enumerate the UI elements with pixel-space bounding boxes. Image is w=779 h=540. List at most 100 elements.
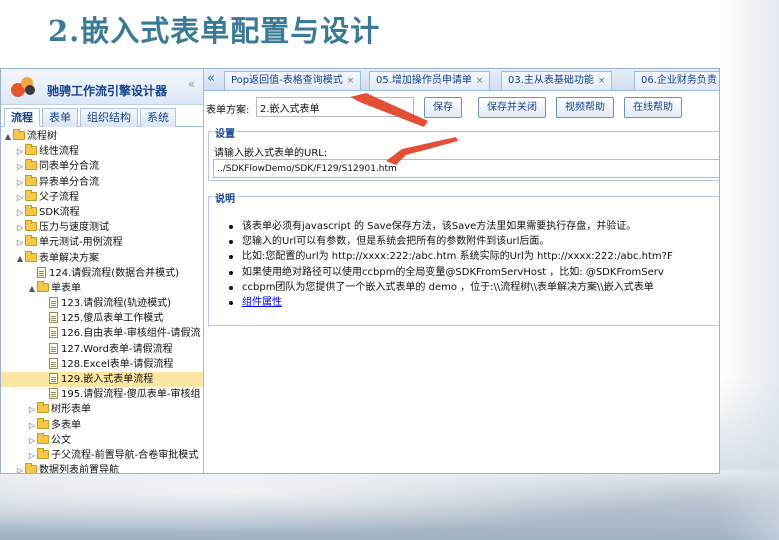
close-icon[interactable]: × [476,76,484,86]
collapsed-arrow-icon[interactable]: ▷ [15,144,25,159]
tree-node-label: 127.Word表单-请假流程 [61,343,173,355]
file-icon [49,357,58,369]
file-icon [49,388,58,400]
collapsed-arrow-icon[interactable]: ▷ [15,463,25,473]
tree-node[interactable]: ▲ 流程树 [1,129,203,144]
note-item: 比如:您配置的url为 http://xxxx:222:/abc.htm 系统实… [229,249,673,264]
doc-tab-label: 03.主从表基础功能 [508,75,594,86]
collapsed-arrow-icon[interactable]: ▷ [27,418,37,433]
save-and-close-button[interactable]: 保存并关闭 [478,97,546,118]
file-icon [49,312,58,324]
right-panel: « Pop返回值-表格查询模式 × 05.增加操作员申请单 × 03.主从表基础功能… [204,69,719,473]
folder-icon [25,204,37,216]
tree-node-label: 129.嵌入式表单流程 [61,374,154,385]
component-properties-link[interactable]: 组件属性 [242,297,282,308]
tab-form[interactable]: 表单 [42,108,78,127]
collapsed-arrow-icon[interactable]: ▷ [15,175,25,190]
folder-icon [25,189,37,201]
notes-list: 该表单必须有javascript 的 Save保存方法，该Save方法里如果需要… [229,219,673,310]
tree-node[interactable]: ▲ 表单解决方案 [1,250,203,266]
tree-node[interactable]: 128.Excel表单-请假流程 [1,357,203,372]
double-chevron-left-icon[interactable]: « [188,77,195,91]
tab-org[interactable]: 组织结构 [80,108,138,127]
doc-tab[interactable]: Pop返回值-表格查询模式 × [224,71,362,90]
annotation-arrow-icon [350,93,428,127]
collapsed-arrow-icon[interactable]: ▷ [27,448,37,463]
tree-node[interactable]: ▷ SDK流程 [1,204,203,220]
expanded-arrow-icon[interactable]: ▲ [27,281,37,296]
expanded-arrow-icon[interactable]: ▲ [15,251,25,266]
video-help-button[interactable]: 视频帮助 [556,97,614,118]
tree-node[interactable]: ▲ 单表单 [1,280,203,296]
collapsed-arrow-icon[interactable]: ▷ [15,220,25,235]
tree-node[interactable]: 126.自由表单-审核组件-请假流 [1,326,203,341]
doc-tab-label: Pop返回值-表格查询模式 [231,75,343,86]
collapsed-arrow-icon[interactable]: ▷ [27,402,37,417]
collapsed-arrow-icon[interactable]: ▷ [27,433,37,448]
tab-flow[interactable]: 流程 [4,108,40,127]
folder-icon [37,432,49,444]
tree-node[interactable]: ▷ 同表单分合流 [1,159,203,174]
tree-node-label: 树形表单 [51,404,91,416]
doc-tab[interactable]: 05.增加操作员申请单 × [369,71,491,90]
folder-icon [13,129,25,140]
collapsed-arrow-icon[interactable]: ▷ [15,159,25,174]
tree-node[interactable]: 127.Word表单-请假流程 [1,342,203,357]
tree-node-label: 公文 [51,434,71,446]
tree-node-label: 125.傻瓜表单工作模式 [61,313,164,325]
note-item: 您输入的Url可以有参数，但是系统会把所有的参数附件到该url后面。 [229,234,673,249]
close-icon[interactable]: × [347,76,355,86]
form-toolbar: 表单方案: 保存 保存并关闭 视频帮助 在线帮助 [204,95,719,121]
tree-node[interactable]: ▷ 子父流程-前置导航-合卷审批模式 [1,447,203,463]
tree-node[interactable]: ▷ 压力与速度测试 [1,220,203,235]
note-item: 该表单必须有javascript 的 Save保存方法，该Save方法里如果需要… [229,219,673,234]
tree-node-label: 子父流程-前置导航-合卷审批模式 [51,449,199,461]
tree-node[interactable]: ▷ 树形表单 [1,402,203,417]
collapsed-arrow-icon[interactable]: ▷ [15,235,25,250]
annotation-arrow-icon [386,137,458,165]
designer-window: 驰骋工作流引擎设计器 « 流程 表单 组织结构 系统 ▲ 流程树 ▷ 线性流程 ▷ 同表单分合流… [0,68,720,474]
online-help-button[interactable]: 在线帮助 [624,97,682,118]
close-icon[interactable]: × [598,76,606,86]
double-chevron-left-icon[interactable]: « [207,71,215,86]
url-prompt: 请输入嵌入式表单的URL: [214,148,328,159]
tree-node[interactable]: ▷ 单元测试-用例流程 [1,235,203,250]
notes-fieldset: 说明 该表单必须有javascript 的 Save保存方法，该Save方法里如… [208,190,719,326]
folder-icon [25,174,37,186]
expanded-arrow-icon[interactable]: ▲ [3,129,13,144]
file-icon [49,342,58,354]
tree-node-label: 异表单分合流 [39,176,99,188]
tree-node[interactable]: ▷ 公文 [1,432,203,448]
doc-tab[interactable]: 03.主从表基础功能 × [501,71,613,90]
app-title: 驰骋工作流引擎设计器 [47,84,168,98]
tree-node-label: 123.请假流程(轨迹模式) [61,298,172,310]
tree-node[interactable]: 124.请假流程(数据合并模式) [1,266,203,281]
tab-system[interactable]: 系统 [140,108,176,127]
folder-icon [37,447,49,459]
folder-icon [25,463,37,473]
folder-icon [25,250,37,262]
tree-node-label: 195.请假流程-傻瓜表单-审核组 [61,389,201,401]
collapsed-arrow-icon[interactable]: ▷ [15,190,25,205]
tree-node[interactable]: ▷ 父子流程 [1,189,203,205]
tree-node-label: 压力与速度测试 [39,222,109,234]
note-item: ccbpm团队为您提供了一个嵌入式表单的 demo ，位于:\\流程树\\表单解… [229,280,673,295]
left-panel: 驰骋工作流引擎设计器 « 流程 表单 组织结构 系统 ▲ 流程树 ▷ 线性流程 ▷ 同表单分合流… [1,69,204,473]
tree-node-label: 同表单分合流 [39,161,99,173]
tree-node[interactable]: ▷ 多表单 [1,417,203,433]
tree-node[interactable]: 195.请假流程-傻瓜表单-审核组 [1,387,203,402]
tree-node[interactable]: 125.傻瓜表单工作模式 [1,311,203,326]
file-icon [49,373,58,384]
collapsed-arrow-icon[interactable]: ▷ [15,205,25,220]
tree-node[interactable]: 123.请假流程(轨迹模式) [1,296,203,311]
tree-node[interactable]: ▷ 异表单分合流 [1,174,203,190]
tree-node[interactable]: 129.嵌入式表单流程 [1,372,203,388]
url-field[interactable] [213,159,719,178]
tree-node[interactable]: ▷ 线性流程 [1,144,203,159]
folder-icon [25,235,37,247]
folder-icon [37,417,49,429]
doc-tab[interactable]: 06.企业财务负责 [634,71,719,90]
tree-node[interactable]: ▷ 数据列表前置导航 [1,463,203,473]
folder-icon [25,159,37,171]
folder-icon [37,402,49,414]
